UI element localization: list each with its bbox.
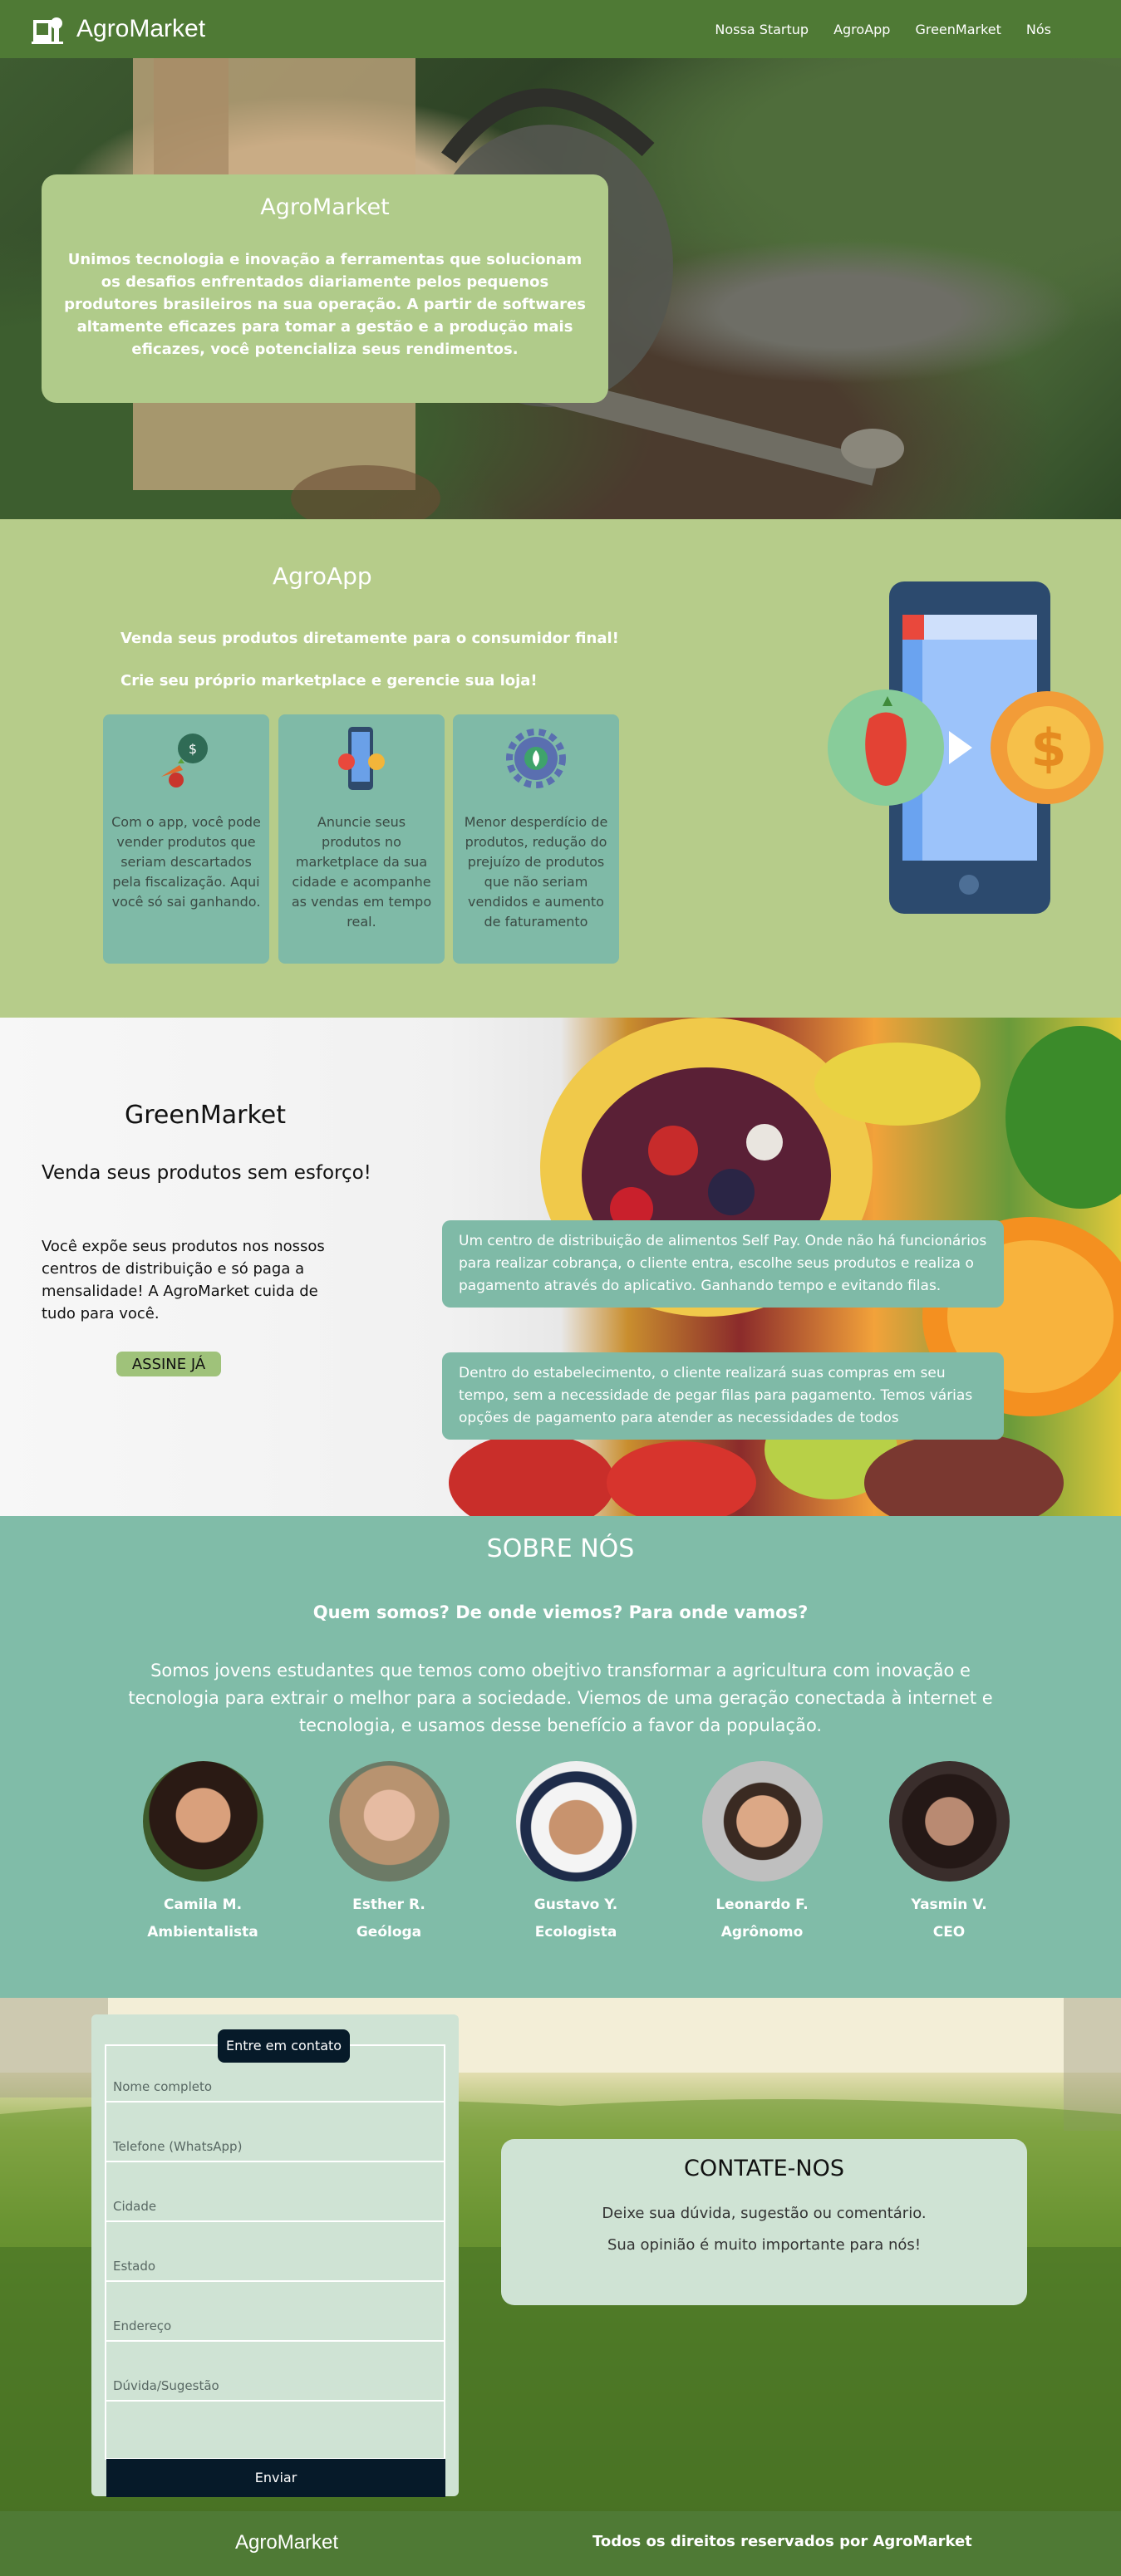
name-field[interactable]: Nome completo (106, 2063, 444, 2103)
phone-field[interactable]: Telefone (WhatsApp) (106, 2122, 444, 2162)
about-text: Somos jovens estudantes que temos como o… (128, 1661, 993, 1735)
form-title: Entre em contato (218, 2029, 351, 2063)
member-name: Camila M. (163, 1896, 243, 1913)
greenmarket-section: GreenMarket Venda seus produtos sem esfo… (0, 1018, 1121, 1516)
team-member-gustavo: Gustavo Y. Ecologista (509, 1761, 642, 1946)
member-name: Leonardo F. (715, 1896, 809, 1913)
contact-title: CONTATE-NOS (684, 2156, 844, 2181)
contact-line-2: Sua opinião é muito importante para nós! (607, 2236, 922, 2254)
avatar (142, 1761, 263, 1882)
feature-text-3: Menor desperdício de produtos, redução d… (464, 814, 608, 930)
avatar (515, 1761, 637, 1882)
nav-link-greenmarket[interactable]: GreenMarket (915, 22, 1001, 37)
greenmarket-info-box-1: Um centro de distribuição de alimentos S… (442, 1220, 1004, 1308)
avatar (701, 1761, 823, 1882)
feature-text-1: Com o app, você pode vender produtos que… (111, 814, 261, 910)
member-role: Geóloga (356, 1924, 422, 1941)
contact-section: Entre em contato Nome completo Telefone … (0, 1998, 1121, 2511)
contact-info-box: CONTATE-NOS Deixe sua dúvida, sugestão o… (501, 2139, 1027, 2305)
store-logo-icon[interactable] (30, 12, 65, 47)
member-name: Esther R. (352, 1896, 425, 1913)
submit-button[interactable]: Enviar (106, 2459, 445, 2497)
recycle-gear-icon (506, 729, 566, 788)
footer: AgroMarket Todos os direitos reservados … (0, 2511, 1121, 2576)
member-name: Yasmin V. (911, 1896, 987, 1913)
about-title: SOBRE NÓS (486, 1534, 635, 1563)
hero-section: AgroMarket Unimos tecnologia e inovação … (0, 58, 1121, 519)
agroapp-line-1: Venda seus produtos diretamente para o c… (120, 630, 619, 647)
footer-copyright: Todos os direitos reservados por AgroMar… (592, 2533, 972, 2550)
svg-text:$: $ (1030, 718, 1066, 778)
state-field[interactable]: Estado (106, 2242, 444, 2282)
member-role: Ecologista (534, 1924, 617, 1941)
member-role: CEO (932, 1924, 966, 1941)
feature-card-3: Menor desperdício de produtos, redução d… (453, 714, 619, 964)
team-member-yasmin: Yasmin V. CEO (883, 1761, 1015, 1946)
feature-text-2: Anuncie seus produtos no marketplace da … (291, 814, 432, 930)
team-member-leonardo: Leonardo F. Agrônomo (696, 1761, 828, 1946)
brand-name[interactable]: AgroMarket (76, 15, 205, 43)
phone-app-illustration: $ (828, 581, 1104, 914)
team-member-camila: Camila M. Ambientalista (136, 1761, 269, 1946)
message-field[interactable]: Dúvida/Sugestão (106, 2362, 444, 2402)
greenmarket-title: GreenMarket (125, 1101, 286, 1130)
about-section: SOBRE NÓS Quem somos? De onde viemos? Pa… (0, 1516, 1121, 1998)
about-question: Quem somos? De onde viemos? Para onde va… (312, 1602, 809, 1622)
agroapp-line-2: Crie seu próprio marketplace e gerencie … (120, 672, 538, 689)
nav-link-nos[interactable]: Nós (1026, 22, 1051, 37)
avatar (328, 1761, 450, 1882)
greenmarket-description: Você expõe seus produtos nos nossos cent… (42, 1238, 325, 1322)
money-bag-vegetables-icon: $ (161, 734, 208, 788)
svg-text:$: $ (189, 741, 197, 757)
greenmarket-subtitle: Venda seus produtos sem esforço! (42, 1162, 371, 1184)
feature-card-1: $ Com o app, você pode vender produtos q… (103, 714, 269, 964)
nav-links: Nossa Startup AgroApp GreenMarket Nós (715, 22, 1051, 37)
greenmarket-info-box-2: Dentro do estabelecimento, o cliente rea… (442, 1352, 1004, 1440)
footer-brand[interactable]: AgroMarket (235, 2531, 338, 2554)
avatar (888, 1761, 1010, 1882)
city-field[interactable]: Cidade (106, 2182, 444, 2222)
hero-text: Unimos tecnologia e inovação a ferrament… (64, 251, 586, 358)
hero-card: AgroMarket Unimos tecnologia e inovação … (42, 174, 608, 403)
member-role: Ambientalista (147, 1924, 258, 1941)
team-member-esther: Esther R. Geóloga (322, 1761, 455, 1946)
feature-card-2: Anuncie seus produtos no marketplace da … (278, 714, 445, 964)
agroapp-section: AgroApp Venda seus produtos diretamente … (0, 519, 1121, 1018)
member-role: Agrônomo (720, 1924, 804, 1941)
phone-marketplace-icon (338, 727, 385, 790)
top-navbar: AgroMarket Nossa Startup AgroApp GreenMa… (0, 0, 1121, 58)
contact-form: Entre em contato Nome completo Telefone … (91, 2014, 459, 2497)
nav-link-agroapp[interactable]: AgroApp (833, 22, 890, 37)
address-field[interactable]: Endereço (106, 2302, 444, 2342)
subscribe-button[interactable]: ASSINE JÁ (116, 1352, 221, 1376)
contact-line-1: Deixe sua dúvida, sugestão ou comentário… (602, 2205, 927, 2222)
member-name: Gustavo Y. (533, 1896, 618, 1913)
agroapp-title: AgroApp (273, 562, 372, 590)
hero-title: AgroMarket (260, 194, 390, 220)
nav-link-nossa-startup[interactable]: Nossa Startup (715, 22, 809, 37)
